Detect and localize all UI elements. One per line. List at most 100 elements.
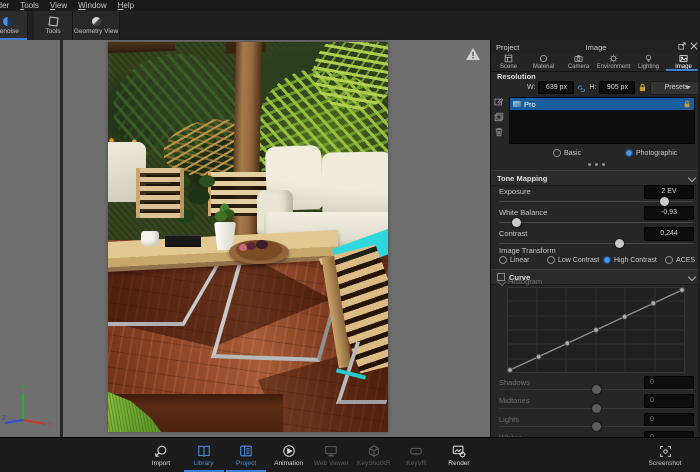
slider-handle[interactable] — [592, 385, 601, 394]
succulent-plant[interactable] — [208, 202, 240, 228]
close-panel-icon[interactable] — [690, 42, 698, 50]
render-button[interactable]: Render — [438, 438, 480, 472]
presets-dropdown[interactable]: Presets — [650, 80, 700, 95]
warning-icon[interactable] — [465, 47, 481, 61]
slider-handle[interactable] — [615, 239, 625, 248]
scene-icon — [504, 54, 513, 63]
dark-books[interactable] — [165, 235, 201, 245]
panel-titlebar: Project Image — [491, 40, 700, 54]
menu-window[interactable]: Window — [78, 1, 106, 10]
keyshotxr-button[interactable]: KeyShotXR — [353, 438, 395, 472]
import-icon — [155, 445, 167, 457]
duplicate-preset-icon[interactable] — [494, 112, 504, 122]
environment-icon — [609, 54, 618, 63]
image-icon — [679, 55, 688, 62]
radio-icon — [547, 256, 555, 264]
preset-thumbnail-icon — [513, 101, 521, 107]
menu-view[interactable]: View — [50, 1, 67, 10]
chevron-down-icon — [497, 277, 507, 286]
library-icon — [197, 445, 210, 457]
tools-icon — [47, 15, 59, 27]
denoise-button[interactable]: Denoise — [0, 11, 28, 40]
histogram-toggle[interactable]: Histogram — [497, 277, 542, 286]
page-dots[interactable] — [491, 163, 700, 166]
panel-tabs: Scene Material Camera Environment Lighti… — [491, 53, 700, 72]
bottom-toolbar: Import Library Project Animation Web Vie… — [0, 437, 700, 472]
tab-material[interactable]: Material — [526, 53, 561, 71]
mode-basic-radio[interactable]: Basic — [553, 149, 581, 157]
armchair-frame[interactable] — [136, 168, 184, 218]
project-panel: Project Image Scene Material Camera Envi… — [490, 40, 700, 437]
tone-curve-editor[interactable] — [507, 287, 685, 373]
transform-low-contrast-radio[interactable]: Low Contrast — [547, 256, 599, 264]
slider-handle[interactable] — [659, 197, 669, 206]
link-resolution-icon[interactable] — [577, 83, 586, 92]
axis-y-label: Y — [21, 386, 26, 393]
preset-list-tools — [494, 97, 506, 142]
white-balance-label: White Balance — [499, 208, 548, 217]
fruit — [246, 242, 256, 250]
float-panel-icon[interactable] — [678, 42, 686, 50]
geometry-view-button[interactable]: Geometry View — [73, 11, 120, 40]
transform-high-contrast-radio[interactable]: High Contrast — [603, 256, 657, 264]
library-button[interactable]: Library — [183, 438, 225, 472]
project-button[interactable]: Project — [225, 438, 267, 472]
geometry-view-label: Geometry View — [73, 27, 119, 35]
tab-image[interactable]: Image — [666, 53, 700, 71]
animation-button[interactable]: Animation — [268, 438, 310, 472]
tab-camera[interactable]: Camera — [561, 53, 596, 71]
preset-name: Pro — [524, 99, 536, 109]
transform-linear-radio[interactable]: Linear — [499, 256, 529, 264]
fruit — [256, 240, 268, 249]
realtime-viewport[interactable]: Y X Z — [0, 40, 490, 437]
height-label: H: — [589, 84, 597, 91]
viewport-splitter — [60, 40, 63, 437]
keyvr-icon — [410, 447, 423, 455]
transform-aces-radio[interactable]: ACES — [665, 256, 695, 264]
ribbon-toolbar: Denoise Tools Geometry View — [0, 11, 700, 41]
axis-z-label: Z — [2, 415, 7, 422]
geometry-view-icon — [91, 16, 101, 26]
delete-preset-icon[interactable] — [494, 127, 504, 137]
preset-list[interactable]: Pro — [509, 97, 695, 144]
menu-bar: Render Tools View Window Help — [0, 0, 700, 11]
tools-button[interactable]: Tools — [34, 11, 73, 40]
presets-caret-icon — [685, 86, 691, 89]
white-mug[interactable] — [141, 231, 159, 246]
preset-row-pro[interactable]: Pro — [510, 98, 694, 110]
sofa-back-cushion-right[interactable] — [321, 151, 388, 219]
screenshot-icon — [659, 445, 671, 457]
keyshotxr-icon — [368, 445, 379, 457]
screenshot-button[interactable]: Screenshot — [638, 438, 692, 472]
slider-handle[interactable] — [592, 404, 601, 413]
preset-lock-icon — [684, 100, 690, 108]
menu-help[interactable]: Help — [118, 1, 134, 10]
width-input[interactable]: 639 px — [538, 81, 575, 94]
edit-preset-icon[interactable] — [494, 97, 504, 107]
radio-icon — [603, 256, 611, 264]
denoise-label: Denoise — [0, 27, 19, 35]
menu-tools[interactable]: Tools — [20, 1, 39, 10]
web-viewer-button[interactable]: Web Viewer — [310, 438, 352, 472]
height-input[interactable]: 905 px — [599, 81, 636, 94]
tab-environment[interactable]: Environment — [596, 53, 631, 71]
tab-lighting[interactable]: Lighting — [631, 53, 666, 71]
active-tab-underline — [666, 69, 700, 71]
camera-icon — [574, 55, 583, 62]
axis-gizmo: Y X Z — [2, 384, 54, 434]
tone-mapping-header[interactable]: Tone Mapping — [491, 170, 700, 186]
keyvr-button[interactable]: KeyVR — [395, 438, 437, 472]
chevron-down-icon — [687, 272, 697, 282]
material-icon — [539, 54, 548, 63]
lock-resolution-icon[interactable] — [638, 83, 647, 92]
exposure-label: Exposure — [499, 187, 531, 196]
tab-scene[interactable]: Scene — [491, 53, 526, 71]
render-image[interactable] — [108, 42, 388, 432]
slider-handle[interactable] — [592, 422, 601, 431]
import-button[interactable]: Import — [140, 438, 182, 472]
lighting-icon — [645, 54, 652, 62]
menu-render[interactable]: Render — [0, 1, 9, 10]
mode-photographic-radio[interactable]: Photographic — [625, 149, 677, 157]
width-label: W: — [527, 84, 536, 91]
slider-handle[interactable] — [512, 218, 522, 227]
